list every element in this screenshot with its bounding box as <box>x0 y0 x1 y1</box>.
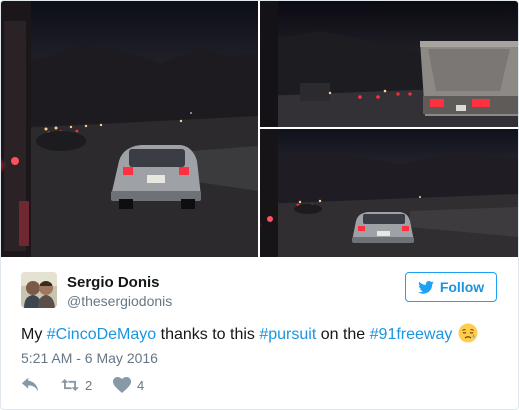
retweet-icon <box>61 379 79 391</box>
retweet-button[interactable]: 2 <box>61 377 92 393</box>
author-handle[interactable]: @thesergiodonis <box>67 293 172 309</box>
reply-button[interactable] <box>21 377 39 393</box>
hashtag-91freeway[interactable]: #91freeway <box>370 326 453 343</box>
tweet-author: Sergio Donis @thesergiodonis Follow <box>21 272 501 312</box>
hashtag-pursuit[interactable]: #pursuit <box>259 326 316 343</box>
photo-traffic-night-2[interactable] <box>260 1 518 127</box>
text-segment: My <box>21 326 47 343</box>
follow-label: Follow <box>439 279 485 295</box>
hashtag-cincodemayo[interactable]: #CincoDeMayo <box>47 326 156 343</box>
text-segment: on the <box>316 326 370 343</box>
tweet-card: Sergio Donis @thesergiodonis Follow My #… <box>0 0 519 410</box>
photo-traffic-night-1[interactable] <box>1 1 258 257</box>
twitter-bird-icon <box>418 280 434 294</box>
author-name[interactable]: Sergio Donis <box>67 274 160 291</box>
retweet-count: 2 <box>85 377 93 393</box>
sad-relieved-face-icon <box>458 323 478 343</box>
avatar[interactable] <box>21 272 57 308</box>
follow-button[interactable]: Follow <box>405 272 497 302</box>
text-segment: thanks to this <box>156 326 260 343</box>
reply-icon <box>21 377 39 392</box>
photo-grid <box>1 1 518 257</box>
tweet-text: My #CincoDeMayo thanks to this #pursuit … <box>21 323 478 344</box>
like-count: 4 <box>137 377 145 393</box>
tweet-actions: 2 4 <box>21 377 321 397</box>
heart-icon <box>113 377 131 393</box>
tweet-timestamp[interactable]: 5:21 AM - 6 May 2016 <box>21 350 158 366</box>
like-button[interactable]: 4 <box>113 377 144 393</box>
photo-traffic-night-3[interactable] <box>260 129 518 257</box>
